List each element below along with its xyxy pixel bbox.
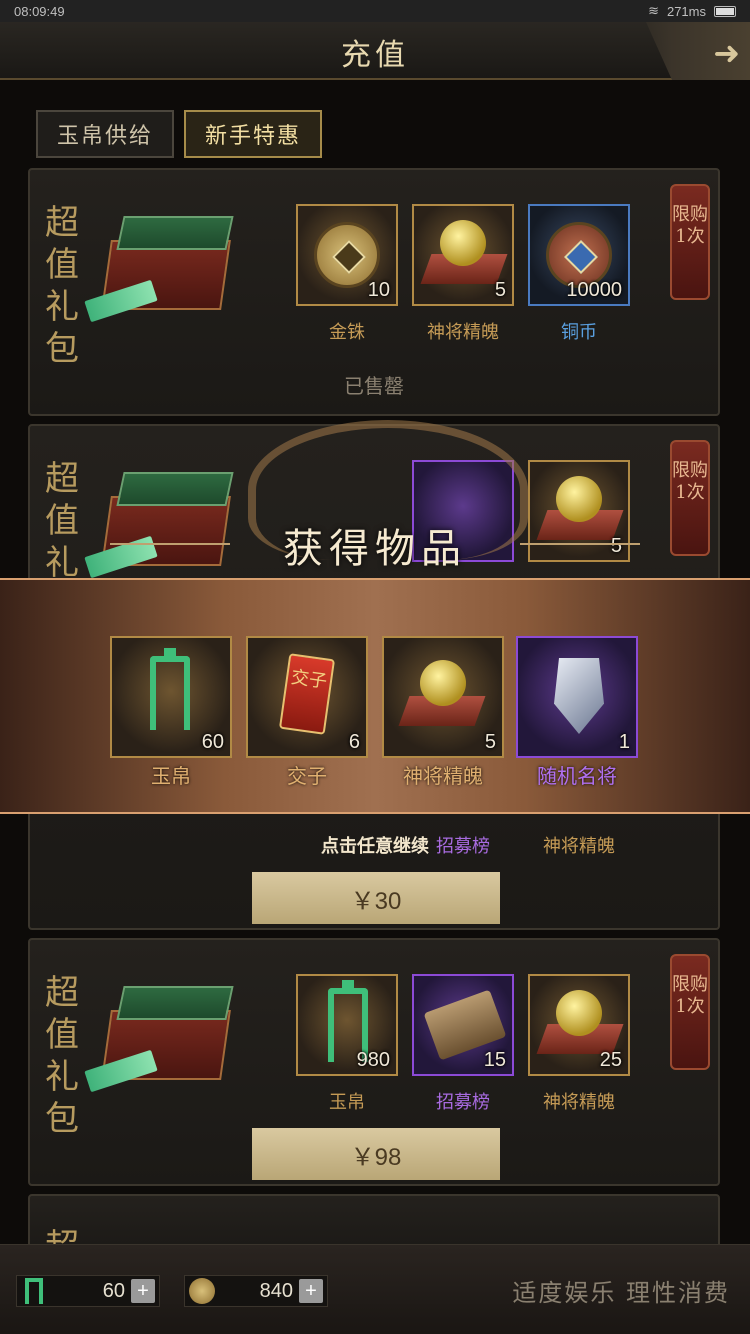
jade-silk-icon — [150, 648, 190, 730]
gift-chest-icon — [84, 210, 246, 323]
battery-icon — [714, 5, 736, 17]
status-bar: 08:09:49 ≋ 271ms — [0, 0, 750, 22]
reward-item[interactable]: 15 — [412, 974, 514, 1076]
pack-label: 超值礼包 — [45, 203, 79, 369]
item-name: 交子 — [287, 764, 327, 788]
reward-item[interactable]: 10 — [296, 204, 398, 306]
item-qty: 25 — [599, 1049, 622, 1071]
item-name: 玉帛 — [151, 764, 191, 788]
jade-silk-icon — [25, 1278, 43, 1304]
item-qty: 5 — [494, 279, 506, 301]
reward-item[interactable]: 1 — [516, 636, 638, 758]
add-coin-button[interactable]: + — [299, 1279, 323, 1303]
resource-bar: 60 + 840 + 适度娱乐 理性消费 — [0, 1244, 750, 1334]
soldout-label: 已售罄 — [344, 374, 404, 398]
jade-amount: 60 — [102, 1279, 125, 1302]
tab-bar: 玉帛供给 新手特惠 — [36, 110, 322, 158]
reward-item[interactable]: 25 — [528, 974, 630, 1076]
page-title: 充值 — [341, 38, 409, 73]
arrow-right-icon: ➜ — [713, 34, 740, 72]
item-qty: 6 — [348, 731, 360, 753]
item-qty: 980 — [356, 1049, 390, 1071]
reward-popup[interactable]: 60 玉帛 交子 6 交子 5 神将精魄 1 随机名将 — [0, 578, 750, 814]
reward-item[interactable]: 10000 — [528, 204, 630, 306]
item-name: 金铢 — [329, 322, 365, 343]
buy-button[interactable]: ￥30 — [252, 872, 500, 924]
reward-item[interactable]: 980 — [296, 974, 398, 1076]
pack-card: 超值礼包 10 金铢 5 神将精魄 10000 铜币 限购1次 已售罄 — [28, 168, 720, 416]
wifi-icon: ≋ — [648, 3, 659, 18]
jiaozi-note-icon: 交子 — [278, 653, 336, 735]
reward-title: 获得物品 — [283, 526, 467, 572]
item-name: 神将精魄 — [403, 764, 483, 788]
item-name: 招募榜 — [436, 1092, 490, 1113]
item-name: 神将精魄 — [427, 322, 499, 343]
item-name: 铜币 — [561, 322, 597, 343]
pack-card: 超值礼包 980 玉帛 15 招募榜 25 神将精魄 限购1次 ￥98 — [28, 938, 720, 1186]
item-name: 神将精魄 — [543, 1092, 615, 1113]
item-name: 随机名将 — [537, 764, 617, 788]
coin-resource: 840 + — [184, 1275, 328, 1307]
jade-resource: 60 + — [16, 1275, 160, 1307]
spirit-orb-icon — [420, 660, 466, 706]
spirit-orb-icon — [440, 220, 486, 266]
tab-newbie-deals[interactable]: 新手特惠 — [184, 110, 322, 158]
item-qty: 15 — [483, 1049, 506, 1071]
reward-item[interactable]: 5 — [382, 636, 504, 758]
continue-hint[interactable]: 点击任意继续 — [0, 832, 750, 858]
item-qty: 5 — [484, 731, 496, 753]
tab-jade-supply[interactable]: 玉帛供给 — [36, 110, 174, 158]
item-qty: 10 — [367, 279, 390, 301]
item-qty: 10000 — [566, 279, 622, 301]
gift-chest-icon — [84, 980, 246, 1093]
health-slogan: 适度娱乐 理性消费 — [512, 1279, 730, 1307]
spirit-orb-icon — [556, 990, 602, 1036]
limit-tag: 限购1次 — [670, 954, 710, 1070]
limit-tag: 限购1次 — [670, 184, 710, 300]
coin-amount: 840 — [259, 1279, 293, 1302]
add-jade-button[interactable]: + — [131, 1279, 155, 1303]
status-time: 08:09:49 — [14, 3, 65, 19]
item-name: 玉帛 — [329, 1092, 365, 1113]
random-general-token-icon — [554, 658, 604, 734]
gold-coin-icon — [189, 1278, 215, 1304]
pack-label: 超值礼包 — [45, 973, 79, 1139]
reward-item[interactable]: 60 — [110, 636, 232, 758]
item-qty: 1 — [618, 731, 630, 753]
reward-item[interactable]: 5 — [412, 204, 514, 306]
header: 充值 ➜ — [0, 22, 750, 80]
ping-text: 271ms — [666, 3, 706, 19]
buy-button[interactable]: ￥98 — [252, 1128, 500, 1180]
reward-item[interactable]: 交子 6 — [246, 636, 368, 758]
item-qty: 60 — [201, 731, 224, 753]
